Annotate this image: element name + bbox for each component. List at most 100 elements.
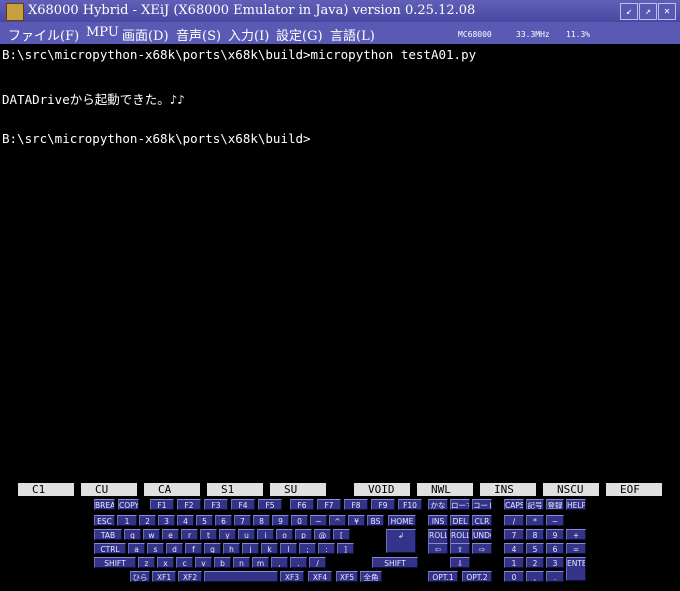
key[interactable]: 記号 [526,499,544,510]
key[interactable]: [ [333,529,350,540]
key[interactable]: + [566,529,586,540]
key[interactable]: DEL [450,515,470,526]
key[interactable]: ⇧ [450,543,470,554]
key[interactable]: c [176,557,193,568]
key[interactable]: a [128,543,145,554]
key[interactable]: 6 [215,515,232,526]
key[interactable]: 9 [546,529,564,540]
key[interactable]: * [526,515,544,526]
key[interactable]: e [162,529,179,540]
key[interactable]: F9 [371,499,395,510]
key[interactable]: 2 [139,515,156,526]
key[interactable]: 4 [504,543,524,554]
key[interactable]: 0 [291,515,308,526]
key[interactable]: v [195,557,212,568]
key[interactable]: b [214,557,231,568]
key[interactable]: COPY [118,499,139,510]
key[interactable]: i [257,529,274,540]
key[interactable]: 4 [177,515,194,526]
key[interactable]: ⇦ [428,543,448,554]
menu-display[interactable]: 画面(D) [122,25,169,44]
key[interactable]: d [166,543,183,554]
key[interactable]: F2 [177,499,201,510]
key[interactable]: ⇨ [472,543,492,554]
key[interactable]: ; [299,543,316,554]
key[interactable]: u [238,529,255,540]
key[interactable]: / [504,515,524,526]
key[interactable]: F8 [344,499,368,510]
key[interactable]: ENTER [566,557,586,581]
menu-mpu[interactable]: MPU [86,25,119,40]
key[interactable]: − [546,515,564,526]
key[interactable]: F4 [231,499,255,510]
key[interactable]: OPT.2 [462,571,492,582]
key[interactable]: UNDO [472,529,492,540]
key[interactable]: かな [428,499,448,510]
key[interactable]: F5 [258,499,282,510]
key[interactable]: , [271,557,288,568]
key[interactable]: ⇩ [450,557,470,568]
key[interactable]: HOME [388,515,416,526]
key[interactable]: y [219,529,236,540]
key[interactable]: BREAK [94,499,115,510]
key[interactable]: j [242,543,259,554]
key[interactable]: XF5 [336,571,358,582]
key[interactable]: 5 [526,543,544,554]
key[interactable]: s [147,543,164,554]
menu-input[interactable]: 入力(I) [228,25,269,44]
key[interactable]: コード [472,499,492,510]
key[interactable]: XF4 [308,571,332,582]
key[interactable]: ESC [94,515,115,526]
key[interactable]: z [138,557,155,568]
key[interactable]: 登録 [546,499,564,510]
key[interactable]: XF3 [280,571,304,582]
close-button[interactable]: ✕ [658,3,676,20]
key[interactable]: ひら [130,571,150,582]
key[interactable]: l [280,543,297,554]
key[interactable]: F6 [290,499,314,510]
key[interactable]: CLR [472,515,492,526]
key[interactable]: r [181,529,198,540]
key[interactable]: 1 [117,515,137,526]
key[interactable]: w [143,529,160,540]
key[interactable]: = [566,543,586,554]
menu-sound[interactable]: 音声(S) [176,25,221,44]
key[interactable]: 2 [526,557,544,568]
maximize-button[interactable]: ↗ [639,3,657,20]
key[interactable]: INS [428,515,448,526]
key[interactable]: SHIFT [372,557,418,568]
key[interactable]: F1 [150,499,174,510]
key[interactable]: @ [314,529,331,540]
key[interactable]: 1 [504,557,524,568]
key[interactable]: − [310,515,327,526]
menu-language[interactable]: 言語(L) [330,25,375,44]
key[interactable]: BS [367,515,384,526]
key[interactable]: ¥ [348,515,365,526]
key[interactable]: 3 [546,557,564,568]
key[interactable]: CTRL [94,543,126,554]
key[interactable]: p [295,529,312,540]
key[interactable]: 7 [234,515,251,526]
key[interactable]: 0 [504,571,524,582]
key[interactable]: TAB [94,529,122,540]
key[interactable]: F7 [317,499,341,510]
key[interactable]: x [157,557,174,568]
key[interactable]: 9 [272,515,289,526]
key[interactable]: . [546,571,564,582]
key[interactable]: ↲ [386,529,416,553]
key[interactable]: t [200,529,217,540]
key[interactable]: / [309,557,326,568]
key[interactable]: OPT.1 [428,571,458,582]
key[interactable]: HELP [566,499,586,510]
key[interactable]: , [526,571,544,582]
key[interactable]: 3 [158,515,175,526]
key[interactable]: XF2 [178,571,202,582]
key[interactable]: 8 [526,529,544,540]
key[interactable]: k [261,543,278,554]
key[interactable]: ローマ [450,499,470,510]
menu-settings[interactable]: 設定(G) [276,25,323,44]
key[interactable]: g [204,543,221,554]
key[interactable]: 7 [504,529,524,540]
minimize-button[interactable]: ↙ [620,3,638,20]
key[interactable]: F10 [398,499,422,510]
